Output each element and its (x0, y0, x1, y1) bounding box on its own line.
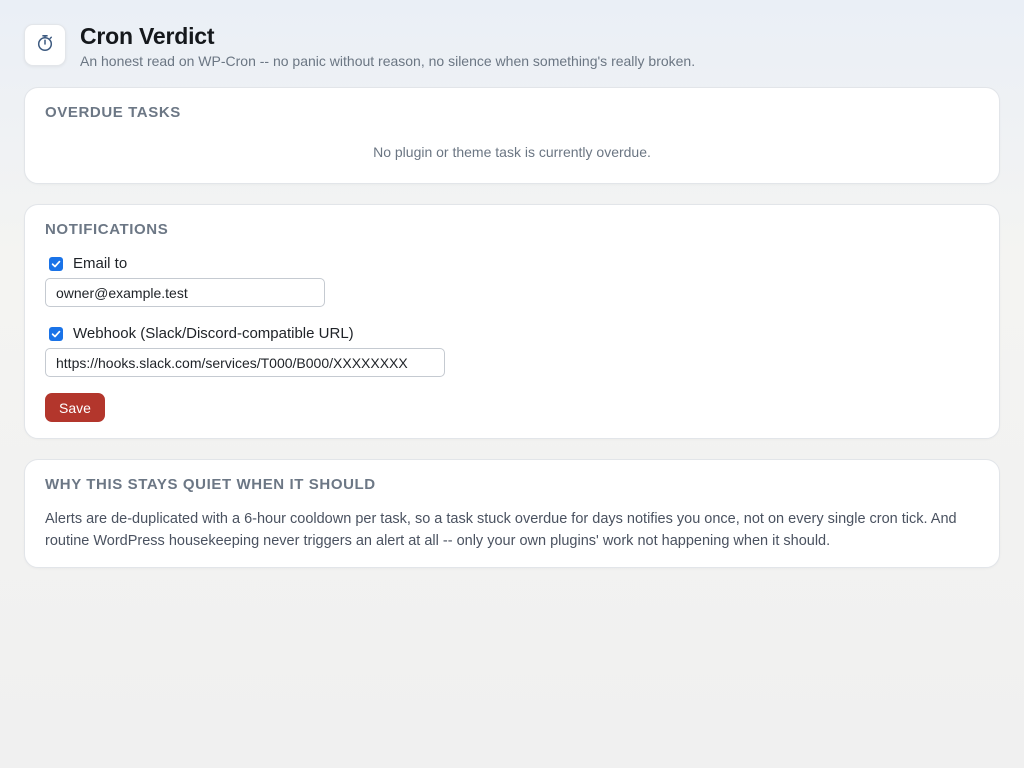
webhook-label: Webhook (Slack/Discord-compatible URL) (73, 325, 354, 342)
overdue-tasks-card: OVERDUE TASKS No plugin or theme task is… (24, 87, 1000, 184)
overdue-empty-message: No plugin or theme task is currently ove… (373, 144, 651, 160)
app-subtitle: An honest read on WP-Cron -- no panic wi… (80, 53, 696, 69)
stopwatch-icon (36, 34, 54, 57)
notifications-card: NOTIFICATIONS Email to Webhook (Slack/Di… (24, 204, 1000, 439)
why-quiet-card: WHY THIS STAYS QUIET WHEN IT SHOULD Aler… (24, 459, 1000, 568)
app-title: Cron Verdict (80, 23, 215, 49)
checkmark-icon (51, 330, 61, 337)
why-quiet-body: Alerts are de-duplicated with a 6-hour c… (45, 511, 957, 549)
save-button[interactable]: Save (45, 393, 105, 422)
webhook-option-row: Webhook (Slack/Discord-compatible URL) (45, 325, 354, 342)
email-option-row: Email to (45, 255, 127, 272)
app-logo (24, 24, 66, 66)
webhook-url-field[interactable] (45, 348, 445, 377)
webhook-checkbox[interactable] (49, 326, 63, 341)
page-header: Cron Verdict An honest read on WP-Cron -… (24, 24, 695, 70)
notifications-title: NOTIFICATIONS (45, 221, 169, 238)
email-label: Email to (73, 255, 128, 272)
why-quiet-title: WHY THIS STAYS QUIET WHEN IT SHOULD (45, 476, 376, 493)
email-field[interactable] (45, 278, 325, 307)
email-checkbox[interactable] (49, 256, 63, 271)
checkmark-icon (51, 260, 61, 267)
overdue-tasks-title: OVERDUE TASKS (45, 104, 181, 121)
